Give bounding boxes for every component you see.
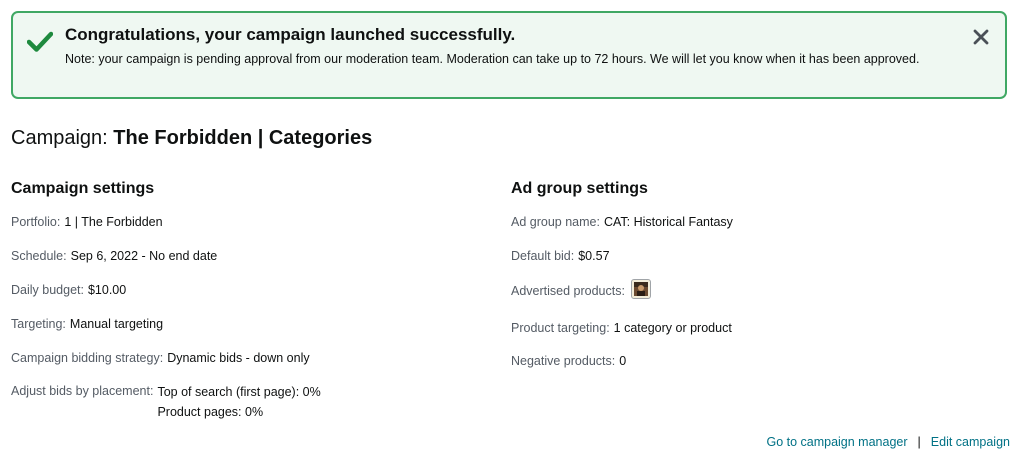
daily-budget-row: Daily budget: $10.00 — [11, 283, 126, 297]
ad-group-name-value: CAT: Historical Fantasy — [603, 215, 733, 229]
ad-group-name-row: Ad group name: CAT: Historical Fantasy — [511, 215, 733, 229]
negative-products-label: Negative products: — [511, 354, 616, 368]
bidding-strategy-label: Campaign bidding strategy: — [11, 351, 164, 365]
product-targeting-row: Product targeting: 1 category or product — [511, 321, 732, 335]
success-alert: Congratulations, your campaign launched … — [11, 11, 1007, 99]
campaign-settings-heading: Campaign settings — [11, 180, 155, 197]
product-targeting-value: 1 category or product — [613, 321, 732, 335]
book-cover-icon — [633, 282, 648, 296]
targeting-value: Manual targeting — [69, 317, 164, 331]
ad-group-name-label: Ad group name: — [511, 215, 600, 229]
placement-top-of-search: Top of search (first page): 0% — [157, 385, 321, 399]
bidding-strategy-row: Campaign bidding strategy: Dynamic bids … — [11, 351, 310, 365]
ad-group-settings-heading: Ad group settings — [511, 180, 648, 197]
placement-product-pages: Product pages: 0% — [157, 405, 264, 419]
page-title: Campaign: The Forbidden | Categories — [11, 127, 372, 150]
placement-row: Adjust bids by placement: Top of search … — [11, 384, 321, 422]
portfolio-row: Portfolio: 1 | The Forbidden — [11, 215, 163, 229]
footer-links: Go to campaign manager | Edit campaign — [766, 435, 1010, 449]
check-icon — [27, 31, 53, 52]
book-cover-thumbnail[interactable] — [630, 279, 651, 299]
product-targeting-label: Product targeting: — [511, 321, 610, 335]
portfolio-value: 1 | The Forbidden — [64, 215, 163, 229]
negative-products-value: 0 — [619, 354, 627, 368]
go-to-campaign-manager-link[interactable]: Go to campaign manager — [766, 435, 907, 449]
targeting-label: Targeting: — [11, 317, 66, 331]
placement-label: Adjust bids by placement: — [11, 384, 154, 398]
placement-values: Top of search (first page): 0% Product p… — [157, 384, 320, 422]
advertised-products-label: Advertised products: — [511, 284, 625, 298]
campaign-title-prefix: Campaign: — [11, 127, 114, 149]
daily-budget-value: $10.00 — [87, 283, 127, 297]
default-bid-row: Default bid: $0.57 — [511, 249, 610, 263]
negative-products-row: Negative products: 0 — [511, 354, 626, 368]
alert-title: Congratulations, your campaign launched … — [65, 25, 516, 44]
default-bid-label: Default bid: — [511, 249, 575, 263]
schedule-row: Schedule: Sep 6, 2022 - No end date — [11, 249, 217, 263]
campaign-name: The Forbidden | Categories — [113, 127, 373, 149]
portfolio-label: Portfolio: — [11, 215, 61, 229]
targeting-row: Targeting: Manual targeting — [11, 317, 163, 331]
edit-campaign-link[interactable]: Edit campaign — [931, 435, 1010, 449]
daily-budget-label: Daily budget: — [11, 283, 84, 297]
alert-note: Note: your campaign is pending approval … — [65, 52, 920, 66]
default-bid-value: $0.57 — [578, 249, 610, 263]
close-icon[interactable] — [973, 29, 989, 45]
schedule-value: Sep 6, 2022 - No end date — [70, 249, 218, 263]
advertised-products-row: Advertised products: — [511, 279, 651, 304]
bidding-strategy-value: Dynamic bids - down only — [167, 351, 310, 365]
footer-separator: | — [917, 435, 921, 449]
schedule-label: Schedule: — [11, 249, 67, 263]
